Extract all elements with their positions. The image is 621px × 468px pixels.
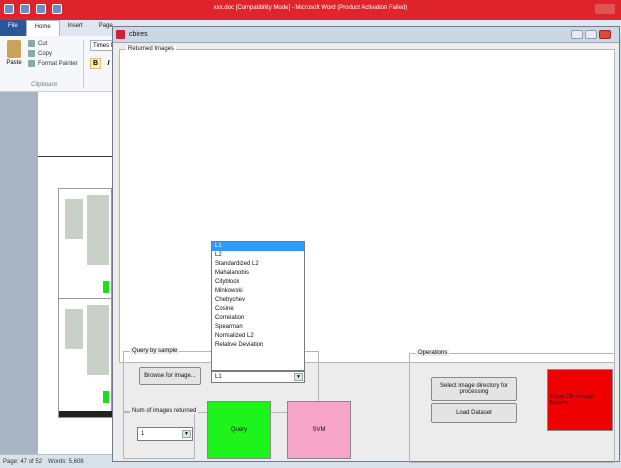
format-painter-button[interactable]: Format Painter (28, 60, 78, 67)
tab-home[interactable]: Home (25, 20, 60, 36)
query-by-sample-label: Query by sample (130, 348, 180, 354)
num-images-value: 1 (141, 431, 145, 437)
dropdown-option[interactable]: Correlation (212, 314, 304, 323)
matlab-icon (116, 30, 125, 39)
dropdown-option[interactable]: Cosine (212, 305, 304, 314)
num-images-label: Num of images returned (130, 408, 199, 414)
paste-label: Paste (6, 60, 22, 66)
distance-selected-value: L1 (215, 374, 222, 380)
bold-button[interactable]: B (90, 58, 101, 69)
dropdown-option[interactable]: Chebychev (212, 296, 304, 305)
load-dataset-button[interactable]: Load Dataset (431, 403, 517, 423)
clipboard-group: Paste Cut Copy Format Painter Clipboard (4, 40, 84, 88)
select-image-directory-button[interactable]: Select image directory for processing (431, 377, 517, 401)
chevron-down-icon[interactable]: ▼ (294, 373, 303, 381)
minimize-button[interactable] (571, 30, 583, 39)
embedded-screenshot (58, 298, 113, 418)
clipboard-items: Cut Copy Format Painter (28, 40, 78, 67)
browse-image-button[interactable]: Browse for image... (139, 367, 201, 385)
format-painter-label: Format Painter (38, 60, 78, 67)
paintbrush-icon (28, 60, 35, 67)
distance-metric-select[interactable]: L1 ▼ (211, 371, 305, 383)
page-divider (38, 156, 112, 157)
document-area (0, 92, 113, 454)
query-button[interactable]: Query (207, 401, 271, 459)
dropdown-option[interactable]: Normalized L2 (212, 332, 304, 341)
word-titlebar: xxx.doc [Compatibility Mode] - Microsoft… (0, 0, 621, 20)
dropdown-option[interactable]: Minkowski (212, 287, 304, 296)
copy-label: Copy (38, 50, 53, 57)
dropdown-option[interactable]: Standardized L2 (212, 260, 304, 269)
cbires-window-title: cbires (129, 31, 148, 38)
cut-label: Cut (38, 40, 48, 47)
tab-insert[interactable]: Insert (60, 20, 91, 36)
distance-metric-dropdown[interactable]: L1 L2 Standardized L2 Mahalanobis Citybl… (211, 241, 305, 371)
dropdown-option[interactable]: Cityblock (212, 278, 304, 287)
copy-icon (28, 50, 35, 57)
tab-file[interactable]: File (0, 20, 26, 36)
create-db-button[interactable]: Create DB of image features (547, 369, 613, 431)
maximize-button[interactable] (585, 30, 597, 39)
dropdown-option[interactable]: Mahalanobis (212, 269, 304, 278)
word-window-controls[interactable] (595, 4, 615, 14)
scissors-icon (28, 40, 35, 47)
cbires-window: cbires Returned Images Query by sample O… (112, 26, 620, 463)
returned-images-panel: Returned Images (119, 46, 615, 363)
cbires-titlebar: cbires (113, 27, 619, 43)
close-button[interactable] (599, 30, 611, 39)
dropdown-option[interactable]: Relative Deviation (212, 341, 304, 350)
cut-button[interactable]: Cut (28, 40, 78, 47)
format-buttons: B I (90, 58, 114, 69)
chevron-down-icon[interactable]: ▼ (182, 430, 191, 438)
word-count[interactable]: Words: 5,608 (48, 459, 84, 465)
word-window-title: xxx.doc [Compatibility Mode] - Microsoft… (213, 5, 408, 11)
clipboard-icon (7, 40, 21, 58)
embedded-screenshot (58, 188, 113, 308)
paste-button[interactable]: Paste (4, 40, 24, 76)
copy-button[interactable]: Copy (28, 50, 78, 57)
dropdown-option[interactable]: Spearman (212, 323, 304, 332)
dropdown-option[interactable]: L2 (212, 251, 304, 260)
svm-button[interactable]: SVM (287, 401, 351, 459)
returned-images-label: Returned Images (126, 46, 177, 52)
document-page[interactable] (38, 92, 113, 454)
page-count[interactable]: Page: 47 of 52 (3, 459, 42, 465)
num-images-select[interactable]: 1 ▼ (137, 427, 193, 441)
operations-label: Operations (416, 350, 450, 356)
dropdown-option[interactable]: L1 (212, 242, 304, 251)
clipboard-group-label: Clipboard (31, 82, 57, 88)
